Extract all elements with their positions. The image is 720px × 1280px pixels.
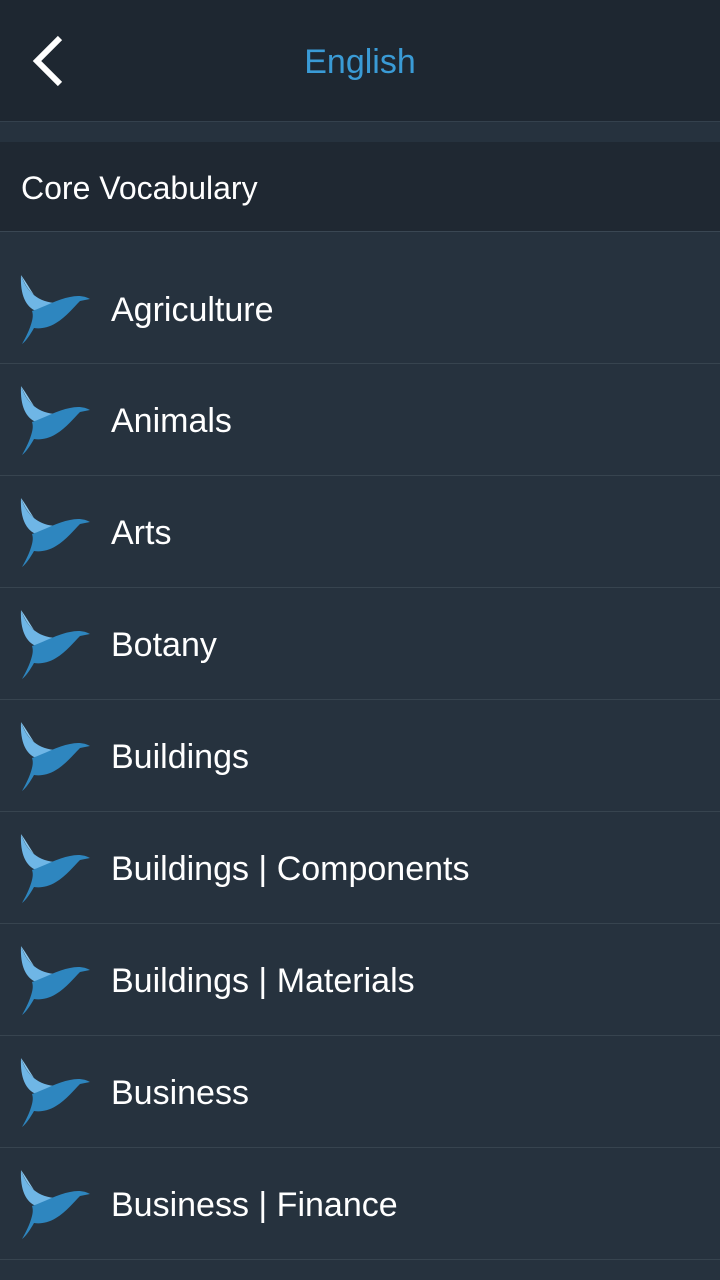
- category-list: Agriculture Animals Arts Botany Building…: [0, 253, 720, 1260]
- list-item-label: Agriculture: [111, 291, 274, 329]
- bird-logo-icon: [20, 1058, 90, 1127]
- section-header: Core Vocabulary: [0, 142, 720, 232]
- list-item-label: Buildings: [111, 738, 249, 776]
- bird-logo-icon: [20, 722, 90, 791]
- list-item[interactable]: Business | Finance: [0, 1148, 720, 1260]
- list-item-label: Buildings | Materials: [111, 962, 415, 1000]
- list-item[interactable]: Animals: [0, 364, 720, 476]
- app-screen: English Core Vocabulary Agriculture Anim…: [0, 0, 720, 1280]
- list-item[interactable]: Arts: [0, 476, 720, 588]
- bird-logo-icon: [20, 610, 90, 679]
- chevron-left-icon: [32, 35, 63, 87]
- bird-logo-icon: [20, 386, 90, 455]
- list-item-label: Buildings | Components: [111, 850, 470, 888]
- back-button[interactable]: [14, 22, 84, 100]
- list-item-label: Business: [111, 1074, 249, 1112]
- list-item[interactable]: Buildings | Materials: [0, 924, 720, 1036]
- list-item-label: Business | Finance: [111, 1186, 398, 1224]
- list-item-label: Animals: [111, 402, 232, 440]
- section-title: Core Vocabulary: [21, 170, 258, 206]
- bird-logo-icon: [20, 946, 90, 1015]
- list-item[interactable]: Botany: [0, 588, 720, 700]
- bird-logo-icon: [20, 1170, 90, 1239]
- list-item-label: Botany: [111, 626, 217, 664]
- page-title: English: [304, 43, 416, 81]
- list-item[interactable]: Agriculture: [0, 253, 720, 364]
- list-item-label: Arts: [111, 514, 172, 552]
- list-item[interactable]: Buildings | Components: [0, 812, 720, 924]
- top-app-bar: English: [0, 0, 720, 122]
- list-item[interactable]: Business: [0, 1036, 720, 1148]
- list-item[interactable]: Buildings: [0, 700, 720, 812]
- bird-logo-icon: [20, 834, 90, 903]
- section-spacer: [0, 122, 720, 142]
- bird-logo-icon: [20, 498, 90, 567]
- bird-logo-icon: [20, 275, 90, 344]
